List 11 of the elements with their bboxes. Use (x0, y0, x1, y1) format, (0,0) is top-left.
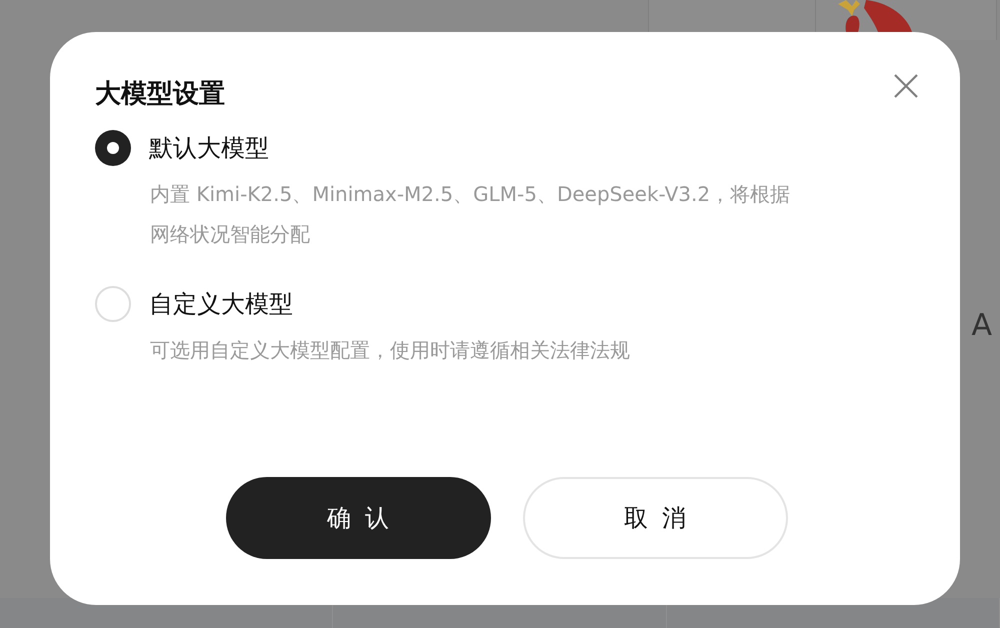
radio-button[interactable] (95, 286, 131, 322)
option-description: 可选用自定义大模型配置，使用时请遵循相关法律法规 (150, 337, 631, 364)
option-label: 默认大模型 (149, 133, 269, 164)
cancel-button[interactable]: 取消 (522, 477, 788, 559)
option-label: 自定义大模型 (149, 289, 293, 320)
dialog-title: 大模型设置 (95, 78, 225, 111)
option-description: 内置 Kimi-K2.5、Minimax-M2.5、GLM-5、DeepSeek-V3.2，将根据网络状况智能分配 (150, 181, 792, 248)
confirm-button[interactable]: 确认 (226, 477, 490, 559)
background-text: A (971, 308, 992, 343)
close-icon[interactable] (894, 74, 918, 98)
radio-button[interactable] (95, 130, 131, 166)
